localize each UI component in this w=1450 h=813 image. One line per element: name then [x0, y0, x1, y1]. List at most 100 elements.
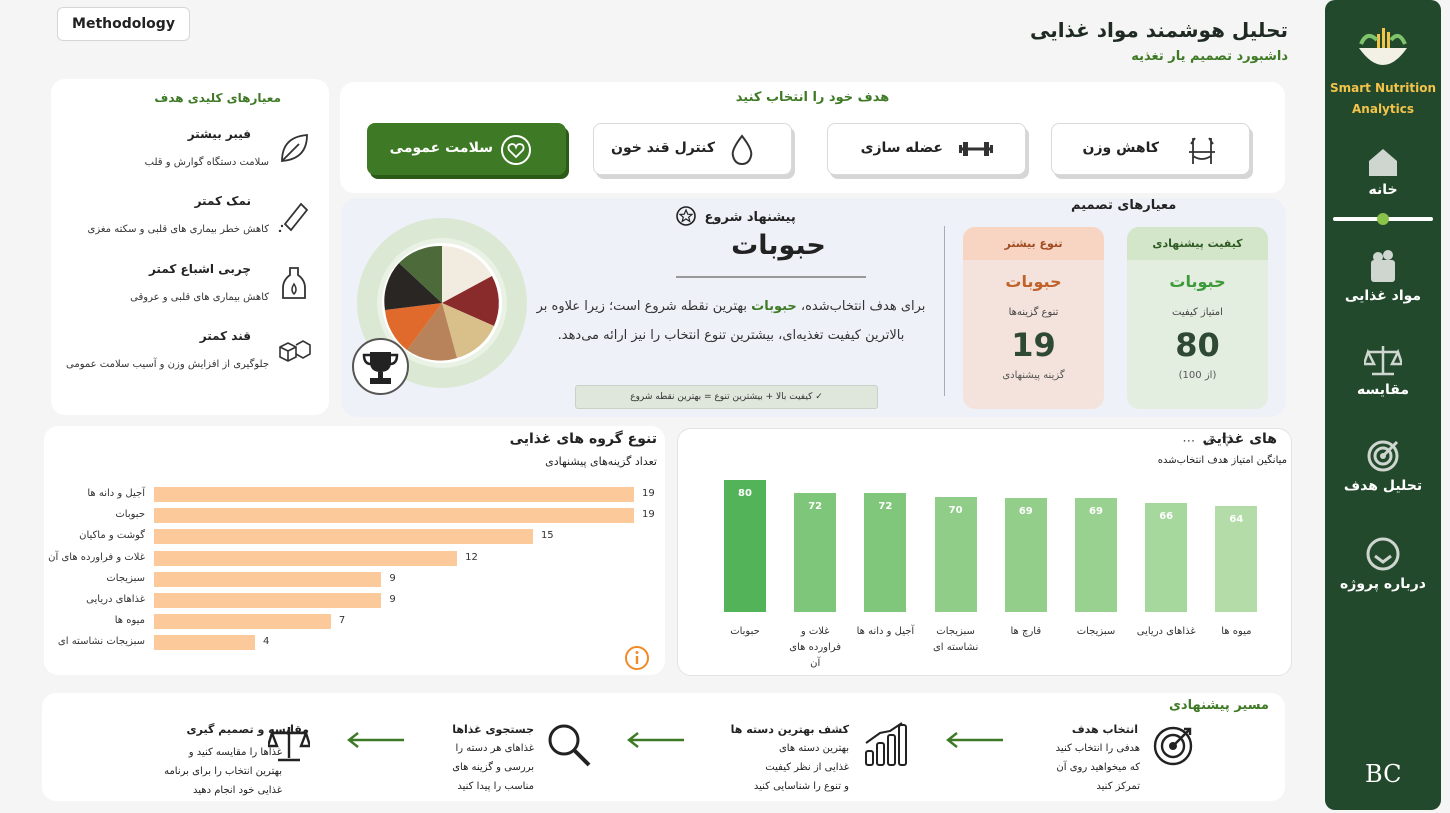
- sidebar-item-foods[interactable]: مواد غذایی: [1325, 248, 1441, 304]
- key-criteria-card: معیارهای کلیدی هدف فیبر بیشتر سلامت دستگ…: [51, 79, 329, 415]
- recommendation-description: برای هدف انتخاب‌شده، حبوبات بهترین نقطه …: [526, 292, 936, 350]
- variety-bar[interactable]: [154, 529, 533, 545]
- sidebar-item-about[interactable]: درباره پروژه: [1325, 536, 1441, 592]
- arrow-left-icon: [627, 732, 684, 748]
- food-group-bar[interactable]: [724, 480, 766, 612]
- recommended-food: حبوبات: [731, 230, 826, 261]
- heart-icon: [501, 135, 531, 165]
- goal-button-label: کاهش وزن: [1082, 140, 1159, 156]
- step-description: بهترین دسته های غذایی از نظر کیفیت و تنو…: [754, 739, 849, 796]
- methodology-button[interactable]: Methodology: [57, 7, 190, 41]
- step-desc-line: بررسی و گزینه های: [452, 762, 534, 773]
- goal-button-muscle[interactable]: عضله سازی: [827, 123, 1026, 175]
- food-group-bar-value: 69: [1089, 506, 1103, 518]
- variety-bar-value: 15: [540, 530, 554, 542]
- quality-card-label: امتیاز کیفیت: [1172, 307, 1223, 318]
- step-title: انتخاب هدف: [1071, 723, 1138, 736]
- variety-bar[interactable]: [154, 487, 634, 502]
- goal-button-label: کنترل قند خون: [611, 140, 715, 156]
- step-desc-line: هدفی را انتخاب کنید: [1055, 743, 1140, 754]
- sidebar-item-goal-analysis[interactable]: تحلیل هدف: [1325, 438, 1441, 494]
- food-group-bar-value: 70: [948, 504, 963, 516]
- goal-button-blood-sugar[interactable]: کنترل قند خون: [593, 123, 792, 175]
- info-icon[interactable]: [624, 645, 650, 671]
- sidebar-item-compare[interactable]: مقایسه: [1325, 344, 1441, 398]
- recommendation-panel: پیشنهاد شروع حبوبات برای هدف انتخاب‌شده،…: [341, 198, 1286, 417]
- criteria-item-fiber: فیبر بیشتر سلامت دستگاه گوارش و قلب: [61, 127, 311, 183]
- criteria-title: معیارهای کلیدی هدف: [154, 91, 281, 105]
- criteria-item-title: نمک کمتر: [194, 194, 251, 208]
- food-group-bar-value: 69: [1018, 506, 1033, 518]
- target-icon: [1153, 726, 1193, 766]
- goal-selector-title: هدف خود را انتخاب کنید: [735, 90, 890, 105]
- more-options-icon[interactable]: ⋯: [1182, 434, 1197, 449]
- step-desc-line: غذاها را مقایسه کنید و: [188, 747, 282, 758]
- step-title: مقایسه و تصمیم گیری: [186, 723, 309, 736]
- variety-bar[interactable]: [154, 508, 634, 524]
- step-desc-line: غذایی از نظر کیفیت: [765, 762, 849, 773]
- quality-card-food: حبوبات: [1169, 272, 1226, 291]
- food-group-bar-label: غلات و فراورده های آن: [789, 626, 842, 669]
- variety-bar[interactable]: [154, 593, 382, 608]
- brand-line-1: Smart Nutrition: [1329, 81, 1437, 95]
- decision-criteria-title: معیارهای تصمیم: [1071, 198, 1177, 213]
- criteria-item-sugar: قند کمتر جلوگیری از افزایش وزن و آسیب سل…: [61, 329, 311, 385]
- variety-bar-value: 12: [465, 551, 478, 563]
- measure-icon: [1189, 137, 1215, 164]
- food-group-bar-value: 64: [1229, 514, 1244, 526]
- criteria-item-title: چربی اشباع کمتر: [148, 262, 251, 276]
- variety-chart-card: تنوع گروه های غذایی تعداد گزینه‌های پیشن…: [44, 426, 665, 675]
- goal-button-weight-loss[interactable]: کاهش وزن: [1051, 123, 1250, 175]
- step-desc-line: غذایی خود انجام دهید: [193, 785, 282, 796]
- logo-bowl-icon: [1359, 28, 1407, 65]
- variety-bar-label: سبزیجات: [106, 572, 145, 584]
- bar-chart-icon: [865, 722, 907, 766]
- sidebar-item-home[interactable]: خانه: [1325, 146, 1441, 198]
- arrow-left-icon: [347, 732, 404, 748]
- variety-bar[interactable]: [154, 614, 331, 630]
- sidebar-item-label: مقایسه: [1357, 382, 1409, 398]
- variety-bar[interactable]: [154, 635, 256, 651]
- active-indicator-dot: [1377, 213, 1389, 225]
- page-subtitle: داشبورد تصمیم یار تغذیه: [1131, 49, 1288, 64]
- quality-card-sub: (از 100): [1178, 370, 1217, 381]
- criteria-item-title: قند کمتر: [199, 329, 251, 343]
- variety-chart-subtitle: تعداد گزینه‌های پیشنهادی: [545, 455, 657, 468]
- food-group-bar-value: 72: [878, 501, 893, 513]
- brand-line-2: Analytics: [1352, 102, 1414, 116]
- variety-bar[interactable]: [154, 550, 458, 566]
- step-desc-line: بهترین دسته های: [778, 743, 849, 754]
- oil-bottle-icon: [282, 267, 306, 299]
- food-group-bar-label: آجیل و دانه ها: [856, 626, 915, 637]
- home-icon: [1369, 149, 1397, 176]
- variety-bar-value: 19: [642, 509, 655, 521]
- scale-icon: [1364, 346, 1402, 376]
- goal-button-general-health[interactable]: سلامت عمومی: [367, 123, 566, 175]
- variety-decision-card: تنوع بیشتر حبوبات تنوع گزینه‌ها 19 گزینه…: [963, 227, 1104, 409]
- recommended-food-underline: [676, 276, 866, 278]
- food-group-bar-label: سبزیجات نشاسته ای: [932, 626, 979, 653]
- criteria-item-title: فیبر بیشتر: [187, 127, 251, 141]
- food-groups-chart-card: ⋯ ⤢ ▽ های غذایی میانگین امتیاز هدف انتخا…: [677, 428, 1292, 676]
- variety-bar-value: 19: [642, 488, 655, 499]
- page-title: تحلیل هوشمند مواد غذایی: [1029, 18, 1288, 42]
- quality-decision-card: کیفیت پیشنهادی حبوبات امتیاز کیفیت 80 (ا…: [1127, 227, 1268, 409]
- step-title: جستجوی غذاها: [452, 723, 534, 736]
- step-desc-line: بهترین انتخاب را برای برنامه: [164, 766, 282, 777]
- variety-bar[interactable]: [154, 571, 382, 587]
- food-group-bar-label: میوه ها: [1221, 626, 1252, 637]
- food-group-bar-value: 66: [1159, 511, 1174, 523]
- info-bubble-icon: [1366, 537, 1400, 571]
- sidebar-item-label: تحلیل هدف: [1343, 478, 1423, 494]
- criteria-item-desc: کاهش خطر بیماری های قلبی و سکته مغزی: [87, 224, 270, 235]
- variety-bar-label: میوه ها: [114, 615, 145, 627]
- criteria-item-saturated-fat: چربی اشباع کمتر کاهش بیماری های قلبی و ع…: [61, 262, 311, 318]
- variety-bar-label: غذاهای دریایی: [86, 594, 145, 605]
- sidebar-item-label: خانه: [1368, 182, 1398, 198]
- food-group-bar-value: 72: [808, 501, 823, 513]
- signature-logo: BC: [1365, 760, 1402, 788]
- target-icon: [1367, 440, 1399, 472]
- step-desc-line: که میخواهید روی آن: [1056, 762, 1140, 773]
- grocery-bag-icon: [1371, 250, 1395, 282]
- step-description: هدفی را انتخاب کنید که میخواهید روی آن ت…: [1056, 739, 1140, 796]
